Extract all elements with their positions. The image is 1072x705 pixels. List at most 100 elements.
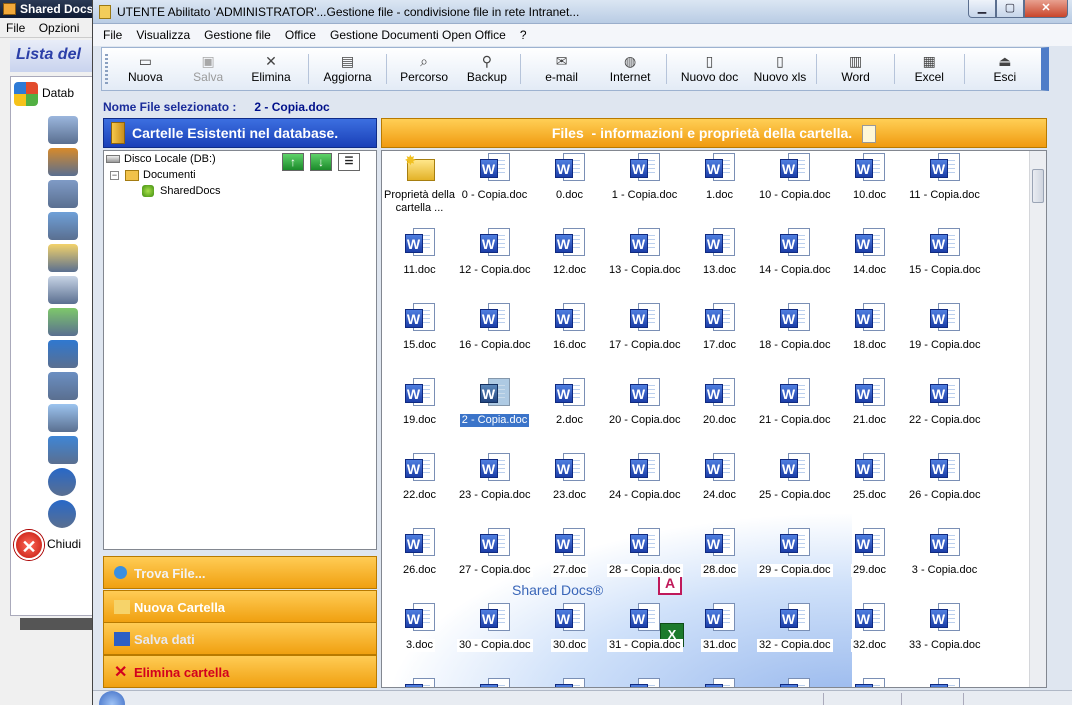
nuovo-xls-button[interactable]: ▯ Nuovo xls [748, 48, 813, 90]
file-item[interactable]: W [607, 678, 682, 687]
file-item[interactable]: W 16 - Copia.doc [457, 303, 533, 352]
bug-icon[interactable] [48, 308, 78, 336]
collapse-icon[interactable]: − [110, 170, 119, 180]
background-menu-file[interactable]: File [6, 21, 25, 35]
e-mail-button[interactable]: ✉ e-mail [525, 48, 597, 90]
file-item[interactable]: W 19 - Copia.doc [907, 303, 983, 352]
file-item[interactable]: W 12.doc [532, 228, 607, 277]
file-item[interactable]: W 16.doc [532, 303, 607, 352]
file-item[interactable]: W [757, 678, 832, 687]
file-item[interactable]: W 15 - Copia.doc [907, 228, 983, 277]
menu-[interactable]: ? [520, 28, 527, 42]
file-item[interactable]: W 1.doc [682, 153, 757, 202]
file-item[interactable]: W 30.doc [532, 603, 607, 652]
file-item[interactable]: W 28.doc [682, 528, 757, 577]
maximize-button[interactable]: ▢ [996, 0, 1024, 18]
file-item[interactable]: W 26 - Copia.doc [907, 453, 983, 502]
percorso-button[interactable]: ⌕ Percorso [391, 48, 458, 90]
file-item[interactable]: W [907, 678, 982, 687]
file-item[interactable]: W 29.doc [832, 528, 907, 577]
file-item[interactable]: W 15.doc [382, 303, 457, 352]
file-item[interactable]: W 2 - Copia.doc [457, 378, 532, 427]
file-item[interactable]: W 14 - Copia.doc [757, 228, 833, 277]
help-icon[interactable] [48, 500, 76, 528]
file-item[interactable]: W 10 - Copia.doc [757, 153, 833, 202]
file-item[interactable]: W 20.doc [682, 378, 757, 427]
background-close-item[interactable]: ✕ Chiudi [14, 530, 81, 560]
file-item[interactable]: W 2.doc [532, 378, 607, 427]
file-item[interactable]: W 27 - Copia.doc [457, 528, 533, 577]
elimina-cartella-button[interactable]: ✕ Elimina cartella [103, 655, 377, 688]
file-item[interactable]: W 13.doc [682, 228, 757, 277]
file-item[interactable]: W 32.doc [832, 603, 907, 652]
tree-item-documenti[interactable]: − Documenti [110, 169, 196, 181]
file-item[interactable]: W 3 - Copia.doc [907, 528, 982, 577]
move-up-button[interactable]: ↑ [282, 153, 304, 171]
file-item[interactable]: W 19.doc [382, 378, 457, 427]
nuovo-doc-button[interactable]: ▯ Nuovo doc [671, 48, 747, 90]
file-item[interactable]: W 3.doc [382, 603, 457, 652]
files-panel[interactable]: Shared Docs® A X ✸ Proprietà della cartel… [381, 150, 1047, 688]
title-bar[interactable]: UTENTE Abilitato 'ADMINISTRATOR'...Gesti… [93, 0, 1072, 24]
esci-button[interactable]: ⏏ Esci [969, 48, 1041, 90]
file-item[interactable]: W 11.doc [382, 228, 457, 277]
backup-button[interactable]: ⚲ Backup [457, 48, 516, 90]
salva-button[interactable]: ▣ Salva [179, 48, 238, 90]
file-item[interactable]: W 21.doc [832, 378, 907, 427]
file-item[interactable]: W 26.doc [382, 528, 457, 577]
calendar-icon[interactable] [48, 276, 78, 304]
file-item[interactable]: W [532, 678, 607, 687]
file-item[interactable]: W 0 - Copia.doc [457, 153, 532, 202]
file-item[interactable]: W 28 - Copia.doc [607, 528, 683, 577]
file-item[interactable]: W 25.doc [832, 453, 907, 502]
nuova-cartella-button[interactable]: Nuova Cartella [103, 590, 377, 623]
file-item[interactable]: W 17.doc [682, 303, 757, 352]
file-item[interactable]: W 11 - Copia.doc [907, 153, 982, 202]
tree-view-button[interactable]: ☰ [338, 153, 360, 171]
info-icon[interactable] [48, 468, 76, 496]
folder-icon[interactable] [48, 244, 78, 272]
move-down-button[interactable]: ↓ [310, 153, 332, 171]
scrollbar-thumb[interactable] [1032, 169, 1044, 203]
background-title-bar[interactable]: Shared Docs [0, 0, 96, 18]
file-item[interactable]: W 31.doc [682, 603, 757, 652]
file-item[interactable]: W 24.doc [682, 453, 757, 502]
background-menu-opzioni[interactable]: Opzioni [39, 21, 80, 35]
file-item[interactable]: W 21 - Copia.doc [757, 378, 833, 427]
folder-tree[interactable]: Disco Locale (DB:) − Documenti SharedDocs… [103, 150, 377, 550]
file-item[interactable]: W 13 - Copia.doc [607, 228, 683, 277]
network-icon[interactable] [48, 372, 78, 400]
salva-dati-button[interactable]: Salva dati [103, 622, 377, 655]
file-item[interactable]: W 31 - Copia.doc [607, 603, 683, 652]
globe-icon[interactable] [48, 436, 78, 464]
file-item[interactable]: W 24 - Copia.doc [607, 453, 683, 502]
file-item[interactable]: W 14.doc [832, 228, 907, 277]
file-item[interactable]: W [682, 678, 757, 687]
file-item[interactable]: W 10.doc [832, 153, 907, 202]
file-item[interactable]: W 27.doc [532, 528, 607, 577]
folder-properties-item[interactable]: ✸ Proprietà della cartella ... [382, 153, 457, 215]
menu-gestione-documenti-open-office[interactable]: Gestione Documenti Open Office [330, 28, 506, 42]
file-item[interactable]: W 25 - Copia.doc [757, 453, 833, 502]
computer-icon[interactable] [48, 404, 78, 432]
trova-file-button[interactable]: Trova File... [103, 556, 377, 589]
file-item[interactable]: W 17 - Copia.doc [607, 303, 683, 352]
menu-visualizza[interactable]: Visualizza [136, 28, 190, 42]
file-item[interactable]: W 23 - Copia.doc [457, 453, 533, 502]
minimize-button[interactable]: ▁ [968, 0, 996, 18]
file-item[interactable]: W [382, 678, 457, 687]
file-item[interactable]: W 22.doc [382, 453, 457, 502]
tree-item-disk[interactable]: Disco Locale (DB:) [106, 153, 216, 165]
file-item[interactable]: W 20 - Copia.doc [607, 378, 683, 427]
file-item[interactable]: W 18.doc [832, 303, 907, 352]
vertical-scrollbar[interactable] [1029, 151, 1046, 687]
aggiorna-button[interactable]: ▤ Aggiorna [313, 48, 382, 90]
excel-button[interactable]: ▦ Excel [899, 48, 960, 90]
elimina-button[interactable]: ✕ Elimina [238, 48, 305, 90]
word-button[interactable]: ▥ Word [821, 48, 890, 90]
ie-icon[interactable] [48, 340, 78, 368]
toolbar-grip[interactable] [105, 54, 108, 84]
config-icon[interactable] [48, 116, 78, 144]
close-window-button[interactable]: ✕ [1024, 0, 1068, 18]
file-item[interactable]: W 18 - Copia.doc [757, 303, 833, 352]
